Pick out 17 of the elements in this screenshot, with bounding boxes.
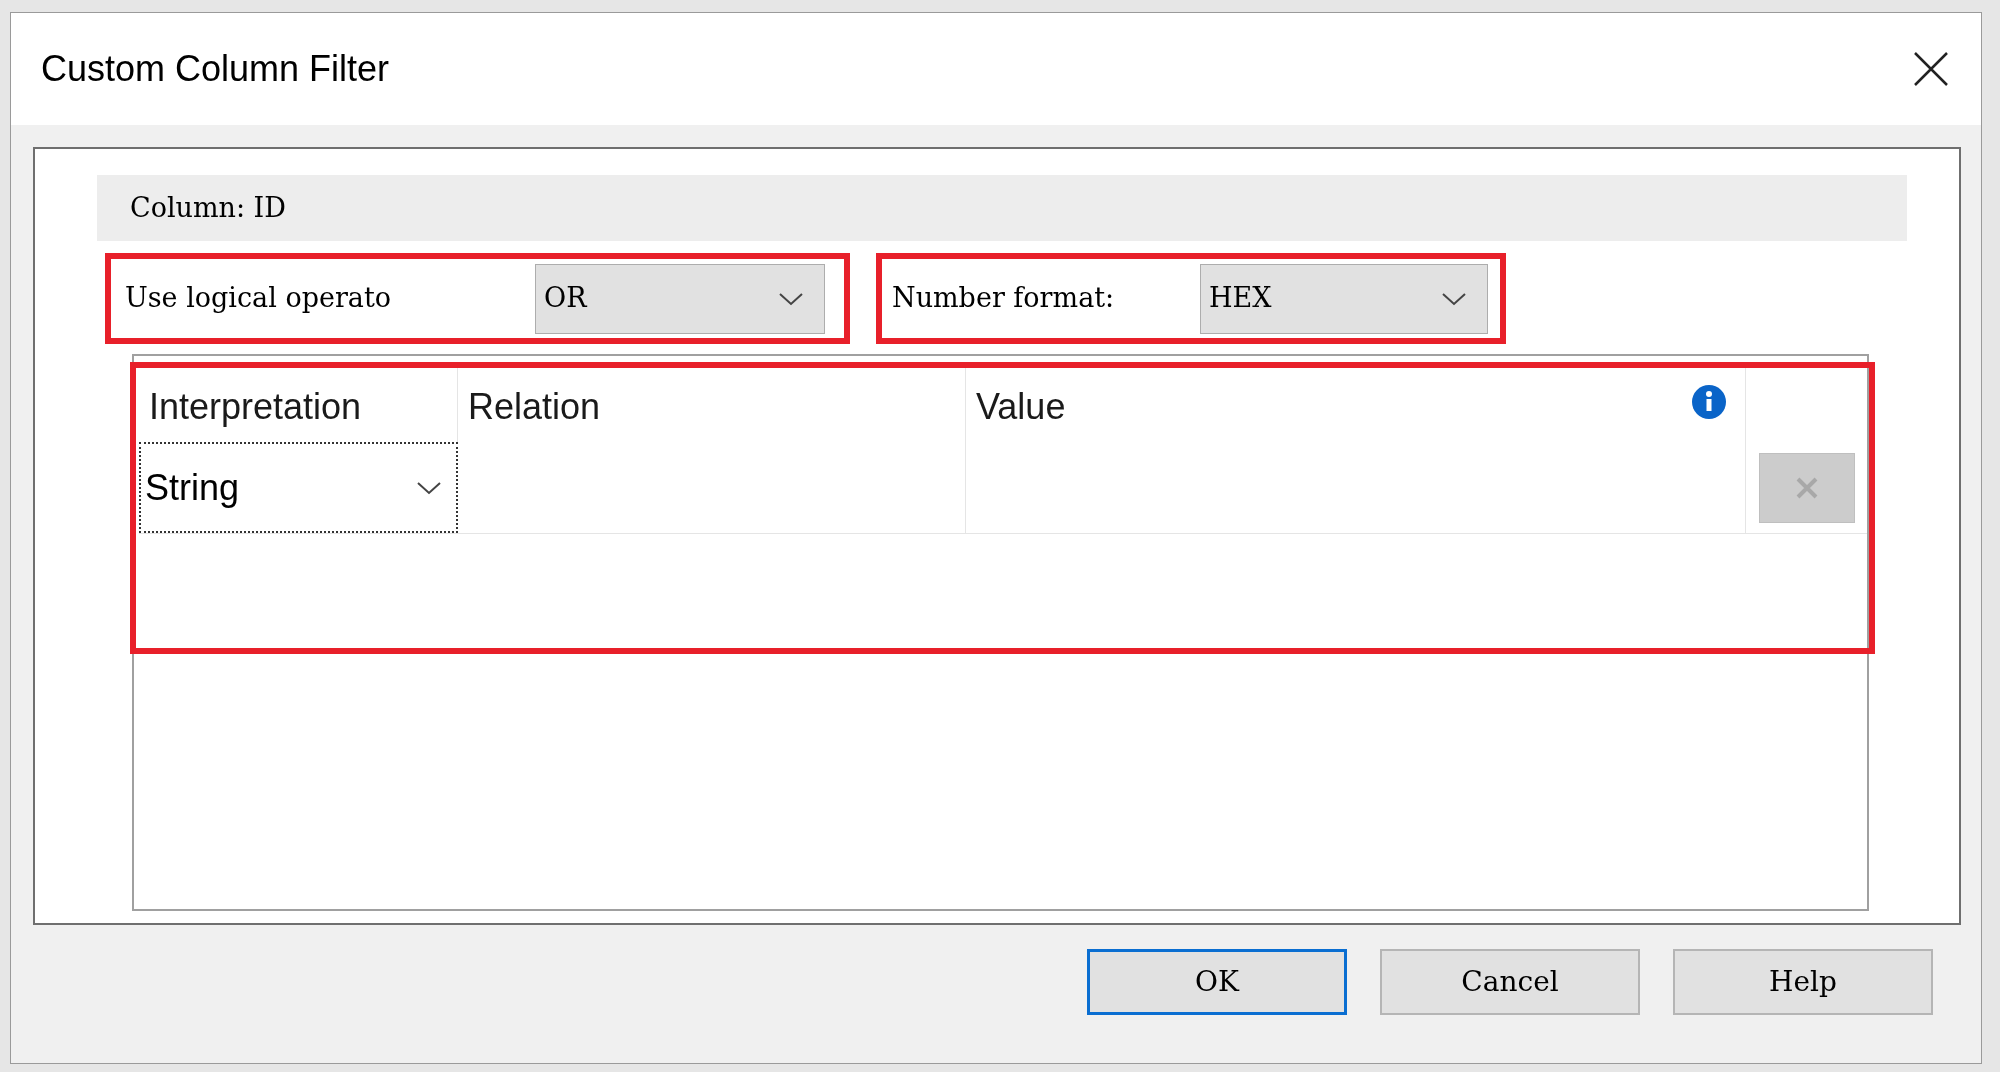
number-format-label: Number format: bbox=[892, 281, 1116, 316]
column-header[interactable]: Value bbox=[966, 368, 1746, 442]
dialog-button[interactable]: Help bbox=[1673, 949, 1933, 1015]
dropdown[interactable]: OR bbox=[535, 263, 825, 334]
chevron-down-icon bbox=[416, 479, 442, 496]
column-header[interactable]: Relation bbox=[458, 368, 966, 442]
column-label: Column: ID bbox=[130, 190, 286, 225]
dropdown[interactable]: HEX bbox=[1200, 263, 1488, 334]
dialog-button[interactable]: OK bbox=[1087, 949, 1347, 1015]
chevron-down-icon bbox=[778, 290, 804, 307]
dialog-button[interactable]: Cancel bbox=[1380, 949, 1640, 1015]
chevron-down-icon bbox=[1441, 290, 1467, 307]
info-icon[interactable] bbox=[1691, 384, 1727, 420]
logical-operator-label: Use logical operato bbox=[125, 281, 393, 316]
window-title: Custom Column Filter bbox=[41, 47, 390, 91]
interpretation-dropdown[interactable]: String bbox=[139, 442, 458, 533]
column-header[interactable]: Interpretation bbox=[139, 368, 458, 442]
